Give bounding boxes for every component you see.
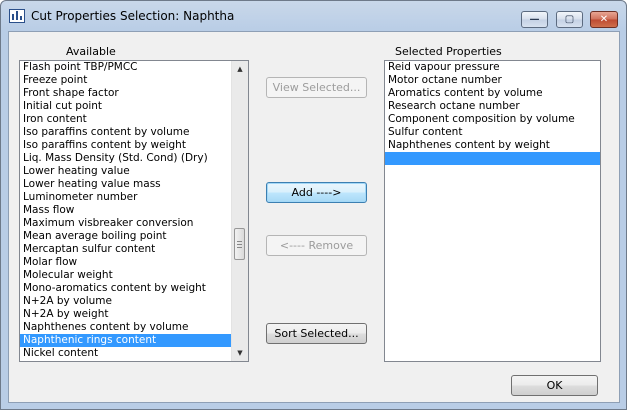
minimize-button[interactable]: —: [521, 11, 548, 28]
available-list-item[interactable]: Nickel content: [20, 347, 248, 360]
available-list-item[interactable]: Iso paraffins content by volume: [20, 126, 248, 139]
scroll-down-arrow-icon[interactable]: ▼: [232, 345, 248, 361]
selected-list-item[interactable]: Reid vapour pressure: [385, 61, 600, 74]
available-list-item[interactable]: N+2A by weight: [20, 308, 248, 321]
available-list-item[interactable]: Front shape factor: [20, 87, 248, 100]
chart-app-icon: [9, 9, 25, 23]
scrollbar-thumb[interactable]: [234, 228, 245, 260]
selected-list-item[interactable]: Sulfur content: [385, 126, 600, 139]
available-list-item[interactable]: Molar flow: [20, 256, 248, 269]
available-list-item[interactable]: Mono-aromatics content by weight: [20, 282, 248, 295]
available-list-item[interactable]: Flash point TBP/PMCC: [20, 61, 248, 74]
available-list-item[interactable]: Iron content: [20, 113, 248, 126]
available-list-item[interactable]: Luminometer number: [20, 191, 248, 204]
available-list-item[interactable]: Maximum visbreaker conversion: [20, 217, 248, 230]
selected-list-item[interactable]: Motor octane number: [385, 74, 600, 87]
minimize-icon: —: [529, 14, 540, 25]
maximize-icon: ▢: [564, 14, 575, 25]
dialog-client-area: Available Selected Properties Flash poin…: [8, 31, 620, 403]
available-caption: Available: [66, 45, 116, 58]
available-list-item[interactable]: Mass flow: [20, 204, 248, 217]
available-list-item[interactable]: Naphthenic rings content: [20, 334, 248, 347]
available-list-item[interactable]: Naphthenes content by volume: [20, 321, 248, 334]
available-list-item[interactable]: N+2A by volume: [20, 295, 248, 308]
available-list-item[interactable]: Iso paraffins content by weight: [20, 139, 248, 152]
selected-list-item[interactable]: Component composition by volume: [385, 113, 600, 126]
available-list-item[interactable]: Liq. Mass Density (Std. Cond) (Dry): [20, 152, 248, 165]
sort-selected-button[interactable]: Sort Selected...: [266, 323, 367, 344]
selected-properties-list[interactable]: Reid vapour pressure Motor octane number A…: [384, 60, 601, 362]
selected-list-item[interactable]: Aromatics content by volume: [385, 87, 600, 100]
available-list-item[interactable]: Mean average boiling point: [20, 230, 248, 243]
available-list-item[interactable]: Mercaptan sulfur content: [20, 243, 248, 256]
selected-list-item[interactable]: Research octane number: [385, 100, 600, 113]
available-properties-list[interactable]: Flash point TBP/PMCC Freeze point Front sh…: [19, 60, 249, 362]
available-list-item[interactable]: Freeze point: [20, 74, 248, 87]
close-button[interactable]: ✕: [590, 11, 618, 28]
title-bar[interactable]: Cut Properties Selection: Naphtha — ▢ ✕: [1, 1, 626, 31]
available-list-item[interactable]: Lower heating value mass: [20, 178, 248, 191]
available-list-scrollbar[interactable]: ▲ ▼: [231, 61, 248, 361]
available-list-item[interactable]: Lower heating value: [20, 165, 248, 178]
selected-list-item[interactable]: Naphthenes content by weight: [385, 139, 600, 152]
remove-button[interactable]: <---- Remove: [266, 235, 367, 256]
maximize-button[interactable]: ▢: [556, 11, 583, 28]
dialog-window: Cut Properties Selection: Naphtha — ▢ ✕ …: [0, 0, 627, 410]
available-list-item[interactable]: Initial cut point: [20, 100, 248, 113]
view-selected-button[interactable]: View Selected...: [266, 77, 367, 98]
available-list-item[interactable]: Molecular weight: [20, 269, 248, 282]
selected-list-item[interactable]: [385, 152, 600, 165]
window-title: Cut Properties Selection: Naphtha: [31, 9, 235, 23]
ok-button[interactable]: OK: [511, 375, 598, 396]
selected-properties-caption: Selected Properties: [395, 45, 502, 58]
close-icon: ✕: [599, 14, 609, 25]
scroll-up-arrow-icon[interactable]: ▲: [232, 61, 248, 77]
add-button[interactable]: Add ---->: [266, 182, 367, 203]
